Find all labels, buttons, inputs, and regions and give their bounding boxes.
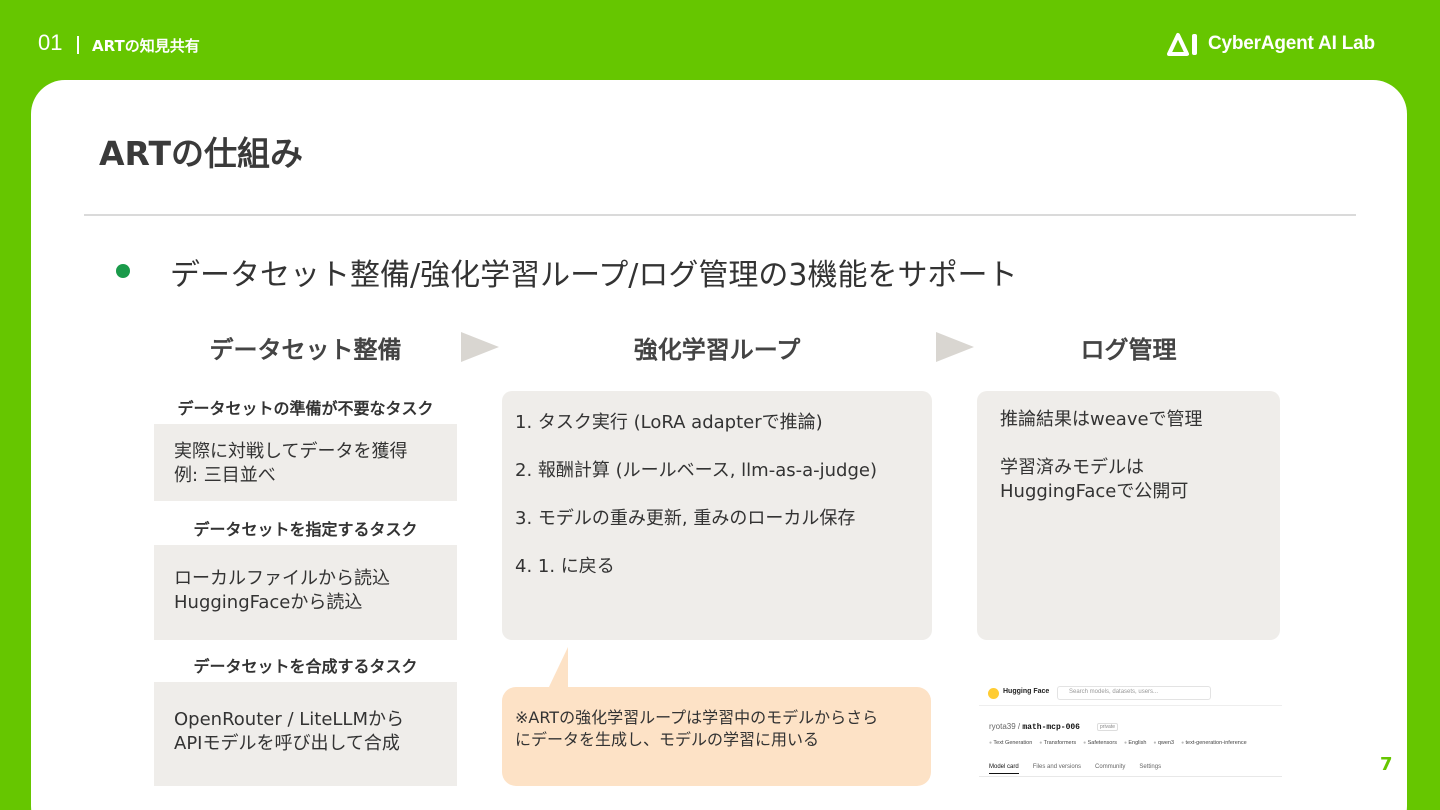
bullet-text: データセット整備/強化学習ループ/ログ管理の3機能をサポート (170, 258, 1018, 293)
log-column-heading: ログ管理 (1080, 336, 1177, 364)
hf-repo-path: ryota39 / math-mcp-006 (989, 722, 1080, 732)
ai-logo-icon (1167, 33, 1197, 56)
hf-tag: Safetensors (1083, 740, 1117, 746)
hf-tab: Model card (989, 764, 1019, 774)
hf-tag: Transformers (1039, 740, 1077, 746)
dataset-box-line: HuggingFaceから読込 (174, 592, 363, 613)
hf-owner: ryota39 (989, 722, 1016, 731)
hf-tag: qwen3 (1153, 740, 1174, 746)
bullet-dot-icon (116, 264, 130, 278)
dataset-box-line: 実際に対戦してデータを獲得 (174, 441, 408, 462)
dataset-column-heading: データセット整備 (209, 336, 402, 364)
dataset-subhead: データセットを合成するタスク (193, 657, 418, 676)
loop-step: 4. 1. に戻る (515, 556, 615, 577)
section-number: 01 (38, 30, 63, 55)
log-line: 学習済みモデルは (1000, 457, 1144, 478)
logo-text: CyberAgent AI Lab (1208, 33, 1375, 54)
hf-tag: English (1124, 740, 1146, 746)
loop-step: 3. モデルの重み更新, 重みのローカル保存 (515, 508, 856, 529)
dataset-box-line: 例: 三目並べ (174, 465, 276, 486)
loop-column-heading: 強化学習ループ (633, 336, 801, 364)
callout-text: にデータを生成し、モデルの学習に用いる (515, 730, 820, 749)
hf-tab: Settings (1139, 764, 1162, 770)
dataset-box-line: APIモデルを呼び出して合成 (174, 733, 400, 754)
hugging-face-emoji-icon (988, 688, 999, 699)
callout-text: ※ARTの強化学習ループは学習中のモデルからさら (515, 708, 879, 727)
hf-tab: Files and versions (1032, 764, 1082, 770)
arrow-right-icon (461, 332, 499, 362)
dataset-subhead: データセットの準備が不要なタスク (177, 399, 434, 418)
dataset-box-line: OpenRouter / LiteLLMから (174, 709, 404, 730)
dataset-box-line: ローカルファイルから読込 (174, 568, 390, 589)
section-title: ARTの知見共有 (92, 37, 200, 55)
hf-repo-name: math-mcp-006 (1022, 723, 1080, 732)
page-number: 7 (1380, 754, 1393, 775)
hf-tags: Text Generation Transformers Safetensors… (989, 740, 1246, 746)
log-line: 推論結果はweaveで管理 (1000, 409, 1203, 430)
top-bar: 01 ARTの知見共有 CyberAgent AI Lab (0, 0, 1440, 80)
section-divider (77, 36, 79, 54)
dataset-subhead: データセットを指定するタスク (193, 520, 418, 539)
hf-divider (979, 776, 1282, 777)
title-divider (84, 214, 1356, 216)
cyberagent-logo: CyberAgent AI Lab (1166, 30, 1375, 58)
hf-tag: Text Generation (989, 740, 1032, 746)
arrow-right-icon (936, 332, 974, 362)
log-line: HuggingFaceで公開可 (1000, 481, 1189, 502)
hf-tag: text-generation-inference (1181, 740, 1246, 746)
callout-tail (548, 647, 568, 689)
huggingface-screenshot: Hugging Face Search models, datasets, us… (979, 680, 1282, 778)
loop-step: 1. タスク実行 (LoRA adapterで推論) (515, 412, 823, 433)
hf-tabs: Model card Files and versions Community … (989, 764, 1161, 774)
slide-title: ARTの仕組み (99, 134, 303, 173)
hf-brand: Hugging Face (1003, 688, 1050, 695)
hf-search-placeholder: Search models, datasets, users... (1069, 689, 1159, 695)
hf-tab: Community (1095, 764, 1126, 770)
hf-visibility-badge: private (1097, 723, 1119, 731)
loop-step: 2. 報酬計算 (ルールベース, llm-as-a-judge) (515, 460, 877, 481)
